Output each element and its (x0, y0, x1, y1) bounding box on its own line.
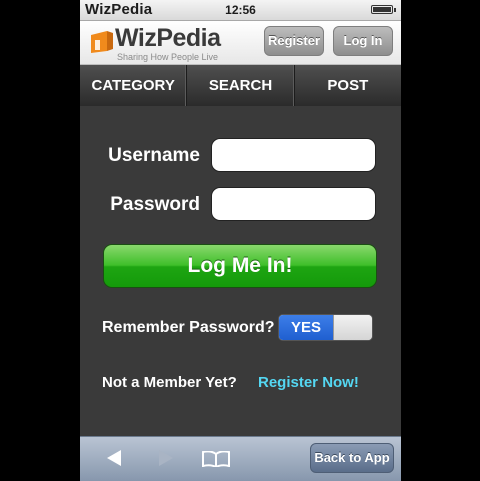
nav-category[interactable]: CATEGORY (80, 65, 188, 106)
login-button[interactable]: Log In (333, 26, 393, 56)
log-me-in-button[interactable]: Log Me In! (103, 244, 377, 288)
battery-icon (371, 5, 396, 14)
password-input[interactable] (211, 187, 376, 221)
toggle-knob[interactable] (333, 315, 372, 340)
remember-password-toggle[interactable]: YES (278, 314, 373, 341)
logo-icon (91, 31, 113, 53)
password-label: Password (110, 194, 200, 215)
status-time: 12:56 (225, 3, 256, 17)
battery-fill (373, 7, 391, 12)
forward-arrow-icon[interactable] (157, 449, 175, 467)
back-to-app-button[interactable]: Back to App (310, 443, 394, 473)
logo-tagline: Sharing How People Live (117, 52, 219, 62)
status-bar: WizPedia 12:56 (80, 0, 401, 21)
logo-name: WizPedia (115, 24, 221, 52)
nav-post[interactable]: POST (295, 65, 401, 106)
not-member-text: Not a Member Yet? (102, 374, 237, 391)
toggle-on-label: YES (279, 315, 333, 340)
nav-search[interactable]: SEARCH (187, 65, 295, 106)
category-nav: CATEGORY SEARCH POST (80, 65, 401, 106)
book-icon[interactable] (202, 451, 230, 467)
register-now-link[interactable]: Register Now! (258, 374, 359, 391)
username-label: Username (108, 145, 200, 166)
back-arrow-icon[interactable] (105, 449, 123, 467)
remember-password-label: Remember Password? (102, 319, 275, 336)
register-button[interactable]: Register (264, 26, 324, 56)
username-input[interactable] (211, 138, 376, 172)
